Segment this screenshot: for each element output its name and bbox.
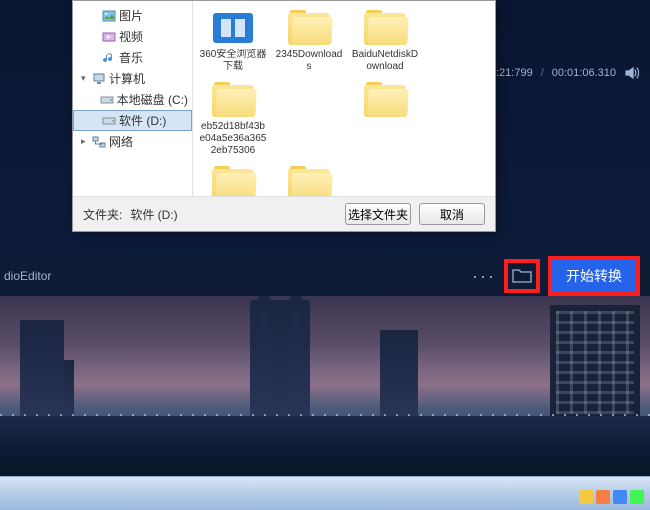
- volume-icon[interactable]: [624, 65, 640, 81]
- bridge-tower: [20, 320, 64, 420]
- convert-button-label: 开始转换: [566, 266, 622, 286]
- tree-item-label: 本地磁盘 (C:): [117, 91, 188, 108]
- tray-icon[interactable]: [630, 490, 644, 504]
- cancel-button[interactable]: 取消: [419, 203, 485, 225]
- folder-item[interactable]: 360安全浏览器下载: [199, 5, 267, 73]
- folder-label: 360安全浏览器下载: [199, 49, 267, 73]
- water: [0, 416, 650, 458]
- video-preview: [0, 296, 650, 458]
- tree-item-video[interactable]: 视频: [73, 26, 192, 47]
- app-folder-icon: [213, 13, 253, 43]
- app-toolbar: dioEditor ··· 开始转换: [0, 258, 650, 294]
- folder-icon: [206, 5, 260, 49]
- folder-item[interactable]: 2345Downloads: [275, 5, 343, 73]
- dialog-body: 图片视频音乐 ▾ 计算机本地磁盘 (C:) 软件 (D:) ▸ 网络 360安全浏览器下载…: [73, 1, 495, 196]
- folder-label: BaiduNetdiskDownload: [351, 49, 419, 73]
- tree-item-label: 视频: [119, 28, 143, 45]
- tree-item-label: 网络: [109, 133, 133, 150]
- bridge-tower: [64, 360, 74, 420]
- expand-icon: ▸: [81, 136, 89, 147]
- folder-browse-dialog: 图片视频音乐 ▾ 计算机本地磁盘 (C:) 软件 (D:) ▸ 网络 360安全浏览器下载…: [72, 0, 496, 232]
- network-icon: [92, 135, 106, 149]
- tray-icon[interactable]: [613, 490, 627, 504]
- more-button[interactable]: ···: [464, 266, 504, 287]
- folder-tree: 图片视频音乐 ▾ 计算机本地磁盘 (C:) 软件 (D:) ▸ 网络: [73, 1, 193, 196]
- image-icon: [102, 9, 116, 23]
- expand-icon: ▾: [81, 73, 89, 84]
- video-icon: [102, 30, 116, 44]
- folder-item[interactable]: [351, 77, 419, 157]
- start-convert-button[interactable]: 开始转换: [548, 256, 640, 296]
- tree-item-music[interactable]: 音乐: [73, 47, 192, 68]
- folder-label: eb52d18bf43be04a5e36a3652eb75306: [199, 121, 267, 157]
- tree-item-network[interactable]: ▸ 网络: [73, 131, 192, 152]
- bridge-spire: [258, 296, 270, 420]
- music-icon: [102, 51, 116, 65]
- folder-item[interactable]: BaiduNetdiskDownload: [351, 5, 419, 73]
- tree-item-label: 计算机: [109, 70, 145, 87]
- folder-label: 2345Downloads: [275, 49, 343, 73]
- folder-icon: [358, 5, 412, 49]
- folder-item[interactable]: [275, 161, 343, 196]
- tree-item-label: 图片: [119, 7, 143, 24]
- tree-item-drive[interactable]: 本地磁盘 (C:): [73, 89, 192, 110]
- tray-icon[interactable]: [579, 490, 593, 504]
- select-folder-button[interactable]: 选择文件夹: [345, 203, 411, 225]
- folder-field-value: 软件 (D:): [130, 206, 337, 223]
- time-total: 00:01:06.310: [552, 67, 616, 79]
- folder-icon: [358, 77, 412, 121]
- tray-icon[interactable]: [596, 490, 610, 504]
- time-separator: /: [541, 67, 544, 79]
- system-tray: [579, 490, 644, 504]
- folder-field-label: 文件夹:: [83, 206, 122, 223]
- folder-item[interactable]: eb52d18bf43be04a5e36a3652eb75306: [199, 77, 267, 157]
- folder-grid: 360安全浏览器下载 2345Downloads BaiduNetdiskDownl…: [193, 1, 495, 196]
- tree-item-drive[interactable]: 软件 (D:): [73, 110, 192, 131]
- windows-taskbar[interactable]: [0, 476, 650, 510]
- building: [550, 305, 640, 420]
- tree-item-image[interactable]: 图片: [73, 5, 192, 26]
- folder-icon: [282, 5, 336, 49]
- dialog-footer: 文件夹: 软件 (D:) 选择文件夹 取消: [73, 196, 495, 231]
- folder-item[interactable]: [199, 161, 267, 196]
- drive-icon: [100, 93, 114, 107]
- folder-icon: [512, 268, 532, 284]
- folder-item: [275, 77, 343, 157]
- output-folder-button[interactable]: [504, 259, 540, 293]
- tree-item-label: 音乐: [119, 49, 143, 66]
- app-title-fragment: dioEditor: [0, 269, 51, 283]
- tree-item-label: 软件 (D:): [119, 112, 166, 129]
- bridge-tower: [380, 330, 418, 420]
- folder-icon: [206, 161, 260, 196]
- drive-icon: [102, 114, 116, 128]
- tree-item-computer[interactable]: ▾ 计算机: [73, 68, 192, 89]
- bridge-spire: [290, 296, 302, 420]
- computer-icon: [92, 72, 106, 86]
- folder-icon: [282, 161, 336, 196]
- folder-icon: [206, 77, 260, 121]
